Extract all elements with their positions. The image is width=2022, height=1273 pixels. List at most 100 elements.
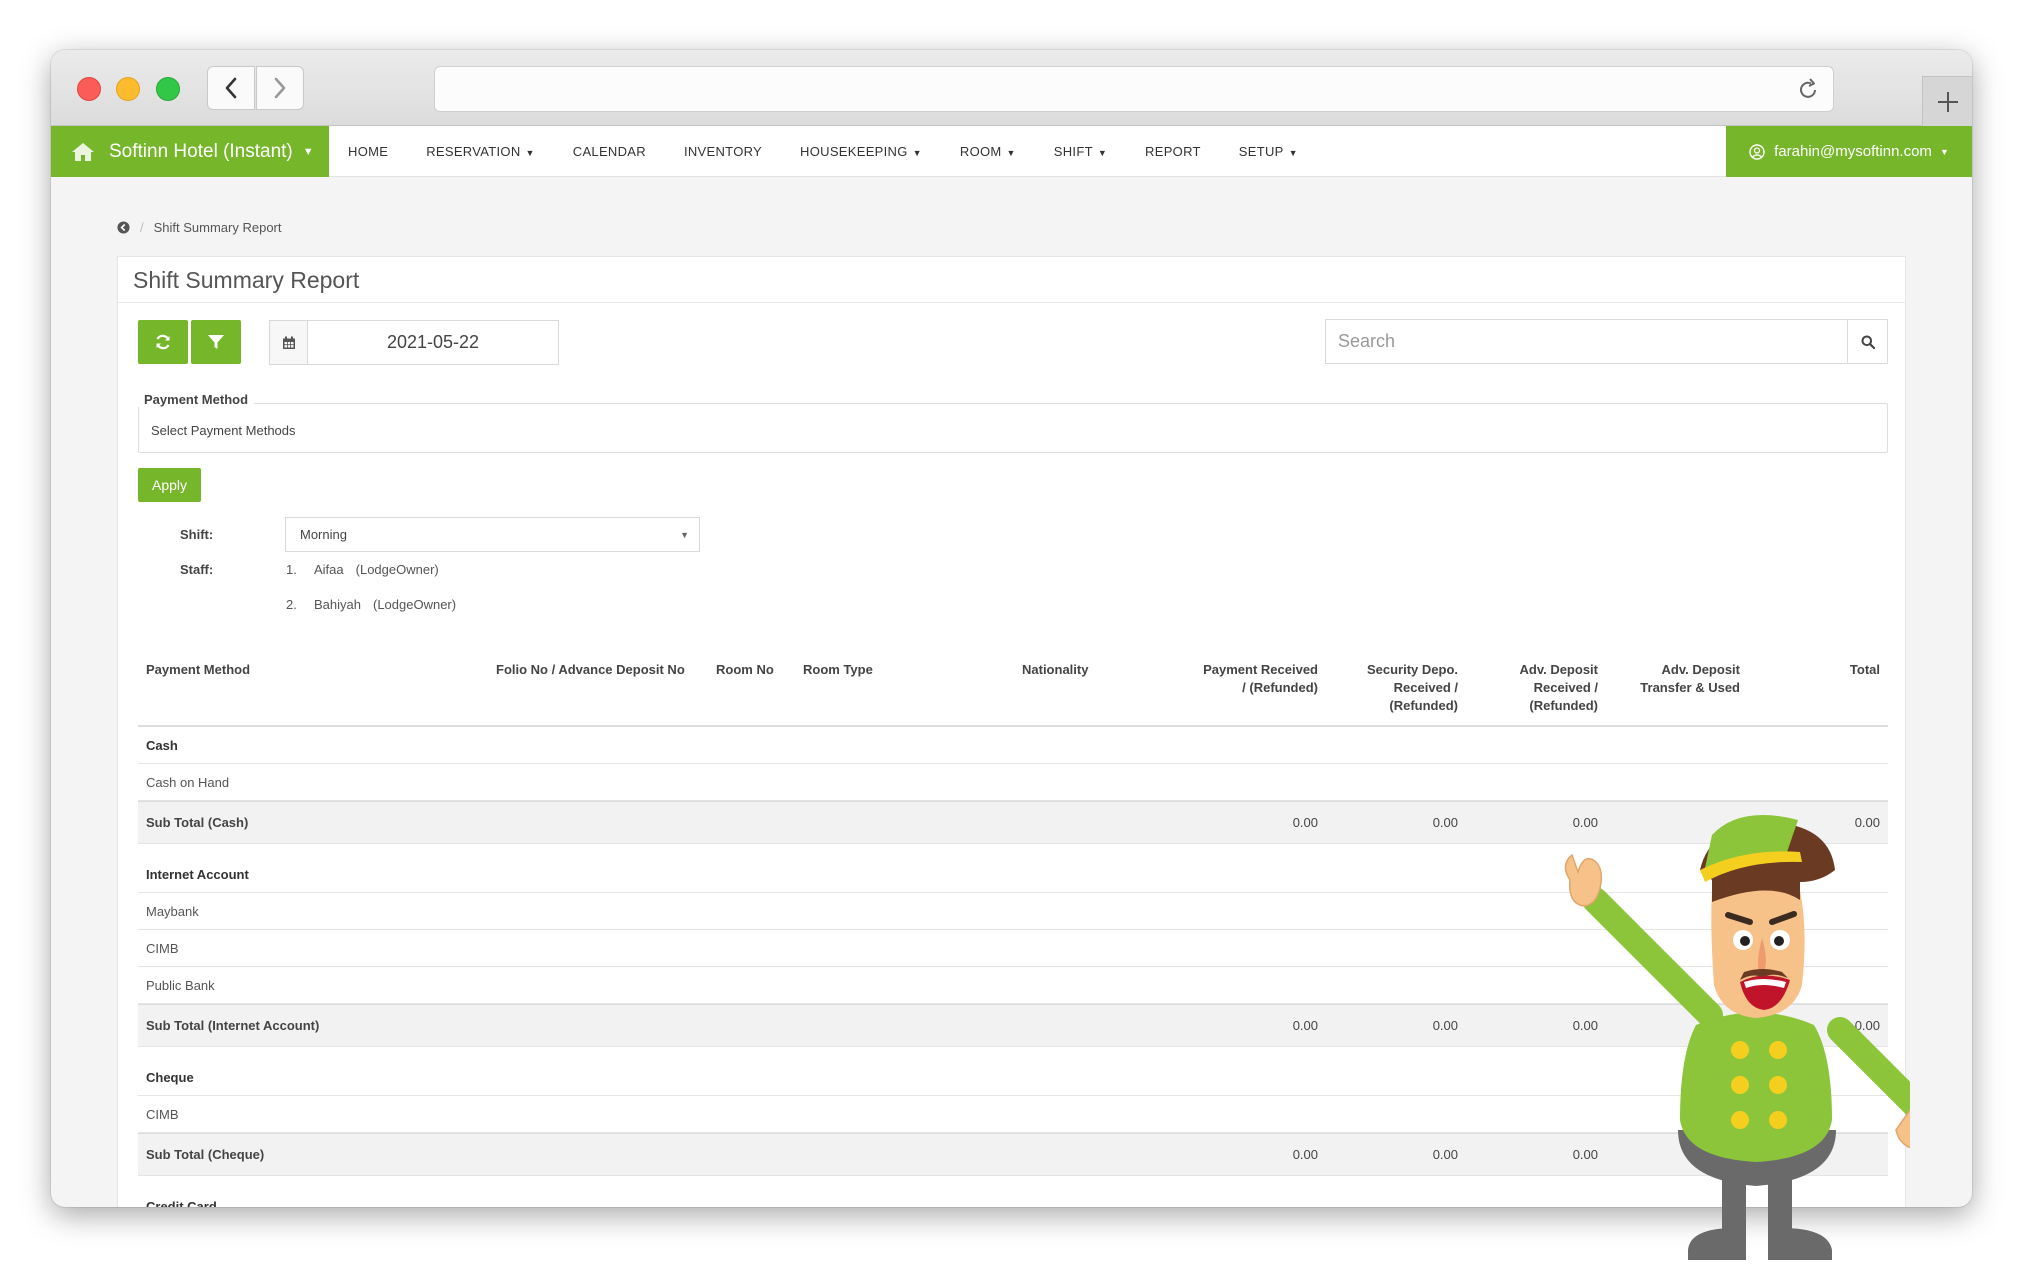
caret-down-icon: ▼ (1097, 148, 1108, 158)
brand-label: Softinn Hotel (Instant) (109, 140, 293, 162)
user-email: farahin@mysoftinn.com (1774, 143, 1932, 160)
new-tab-button[interactable] (1922, 76, 1972, 126)
nav-item-label: RESERVATION (426, 144, 521, 159)
breadcrumb: / Shift Summary Report (117, 220, 282, 235)
address-bar[interactable] (434, 66, 1834, 112)
minimize-window-button[interactable] (116, 77, 140, 101)
header-line: Adv. Deposit (1661, 662, 1741, 677)
subtotal-payment-received: 0.00 (1292, 815, 1318, 830)
header-line: Transfer & Used (1640, 680, 1740, 695)
user-circle-icon (1749, 143, 1765, 160)
back-circle-icon[interactable] (117, 221, 130, 234)
caret-down-icon: ▼ (525, 148, 535, 158)
payment-method-legend: Payment Method (138, 392, 255, 407)
nav-item-label: REPORT (1145, 144, 1201, 159)
user-menu[interactable]: farahin@mysoftinn.com ▼ (1726, 126, 1972, 177)
nav-item-inventory[interactable]: INVENTORY (684, 144, 762, 159)
caret-down-icon: ▼ (1006, 148, 1016, 158)
nav-item-report[interactable]: REPORT (1145, 144, 1201, 159)
subtotal-payment-received: 0.00 (1292, 1147, 1318, 1162)
payment-method-name: Public Bank (146, 978, 215, 993)
search-input[interactable] (1326, 320, 1847, 363)
plus-icon (1937, 91, 1958, 112)
group-name: Internet Account (146, 867, 249, 882)
nav-item-calendar[interactable]: CALENDAR (573, 144, 646, 159)
table-row: Cash on Hand (138, 764, 1888, 801)
nav-item-shift[interactable]: SHIFT ▼ (1054, 144, 1107, 159)
nav-item-home[interactable]: HOME (348, 144, 388, 159)
search-button[interactable] (1847, 320, 1887, 363)
header-line: / (Refunded) (1242, 680, 1318, 695)
subtotal-label: Sub Total (Internet Account) (146, 1018, 320, 1033)
caret-down-icon: ▼ (1288, 148, 1298, 158)
main-menu: HOME RESERVATION ▼ CALENDAR INVENTORY HOUSEKE… (329, 126, 1317, 177)
subtotal-label: Sub Total (Cheque) (146, 1147, 265, 1162)
table-header: Payment Method Folio No / Advance Deposi… (138, 661, 1888, 727)
date-value: 2021-05-22 (386, 332, 480, 352)
staff-name: Aifaa (314, 562, 344, 577)
subtotal-security-deposit: 0.00 (1432, 815, 1458, 830)
col-payment-method: Payment Method (146, 662, 251, 677)
date-picker[interactable]: 2021-05-22 (269, 320, 559, 365)
brand-menu[interactable]: Softinn Hotel (Instant) ▼ (51, 126, 329, 177)
staff-number: 1. (286, 562, 297, 577)
caret-down-icon: ▼ (680, 530, 689, 540)
subtotal-payment-received: 0.00 (1292, 1018, 1318, 1033)
maximize-window-button[interactable] (156, 77, 180, 101)
shift-label: Shift: (180, 527, 214, 542)
stage: Softinn Hotel (Instant) ▼ HOME RESERVATIO… (0, 0, 2022, 1273)
staff-number: 2. (286, 597, 297, 612)
payment-method-name: Cash on Hand (146, 775, 230, 790)
home-icon (72, 142, 94, 161)
shift-select[interactable]: Morning ▼ (285, 517, 700, 552)
nav-item-reservation[interactable]: RESERVATION ▼ (426, 144, 535, 159)
nav-item-label: ROOM (959, 144, 1002, 159)
group-name: Credit Card (146, 1199, 217, 1207)
back-button[interactable] (207, 66, 255, 110)
forward-button[interactable] (256, 66, 304, 110)
nav-item-label: CALENDAR (572, 144, 646, 159)
nav-item-setup[interactable]: SETUP ▼ (1239, 144, 1298, 159)
payment-method-filter[interactable]: Select Payment Methods (138, 403, 1888, 453)
chevron-right-icon (274, 77, 286, 99)
col-folio: Folio No / Advance Deposit No (496, 662, 685, 677)
header-line: Adv. Deposit (1519, 662, 1599, 677)
col-room-type: Room Type (803, 662, 873, 677)
staff-label: Staff: (180, 562, 214, 577)
refresh-button[interactable] (138, 320, 188, 364)
staff-item: 1. Aifaa (LodgeOwner) (286, 562, 439, 577)
nav-item-label: SETUP (1238, 144, 1284, 159)
staff-name: Bahiyah (314, 597, 361, 612)
header-line: (Refunded) (1529, 698, 1598, 713)
header-line: Payment Received (1203, 662, 1318, 677)
nav-item-housekeeping[interactable]: HOUSEKEEPING ▼ (800, 144, 922, 159)
staff-role: (LodgeOwner) (372, 597, 457, 612)
caret-down-icon: ▼ (1939, 146, 1949, 157)
browser-titlebar (51, 50, 1972, 126)
caret-down-icon: ▼ (302, 145, 314, 158)
close-window-button[interactable] (77, 77, 101, 101)
bellboy-mascot (1564, 815, 1910, 1260)
nav-item-label: INVENTORY (683, 144, 763, 159)
refresh-icon (156, 334, 170, 350)
col-room-no: Room No (716, 662, 774, 677)
filter-button[interactable] (191, 320, 241, 364)
header-line: Received / (1393, 680, 1458, 695)
breadcrumb-current: Shift Summary Report (153, 220, 282, 235)
shift-value: Morning (300, 527, 347, 542)
reload-icon[interactable] (1795, 77, 1821, 108)
nav-item-room[interactable]: ROOM ▼ (960, 144, 1016, 159)
col-adv-deposit-received: Adv. Deposit Received / (Refunded) (1520, 661, 1599, 715)
app-navbar: Softinn Hotel (Instant) ▼ HOME RESERVATIO… (51, 126, 1972, 177)
page-title: Shift Summary Report (118, 257, 1905, 303)
payment-method-name: CIMB (146, 1107, 179, 1122)
subtotal-label: Sub Total (Cash) (146, 815, 249, 830)
calendar-icon[interactable] (270, 321, 308, 364)
apply-button[interactable]: Apply (138, 468, 201, 502)
caret-down-icon: ▼ (912, 148, 922, 158)
col-total: Total (1849, 662, 1880, 677)
col-nationality: Nationality (1022, 662, 1089, 677)
header-line: (Refunded) (1389, 698, 1458, 713)
nav-item-label: HOUSEKEEPING (800, 144, 908, 159)
filter-icon (208, 335, 224, 349)
